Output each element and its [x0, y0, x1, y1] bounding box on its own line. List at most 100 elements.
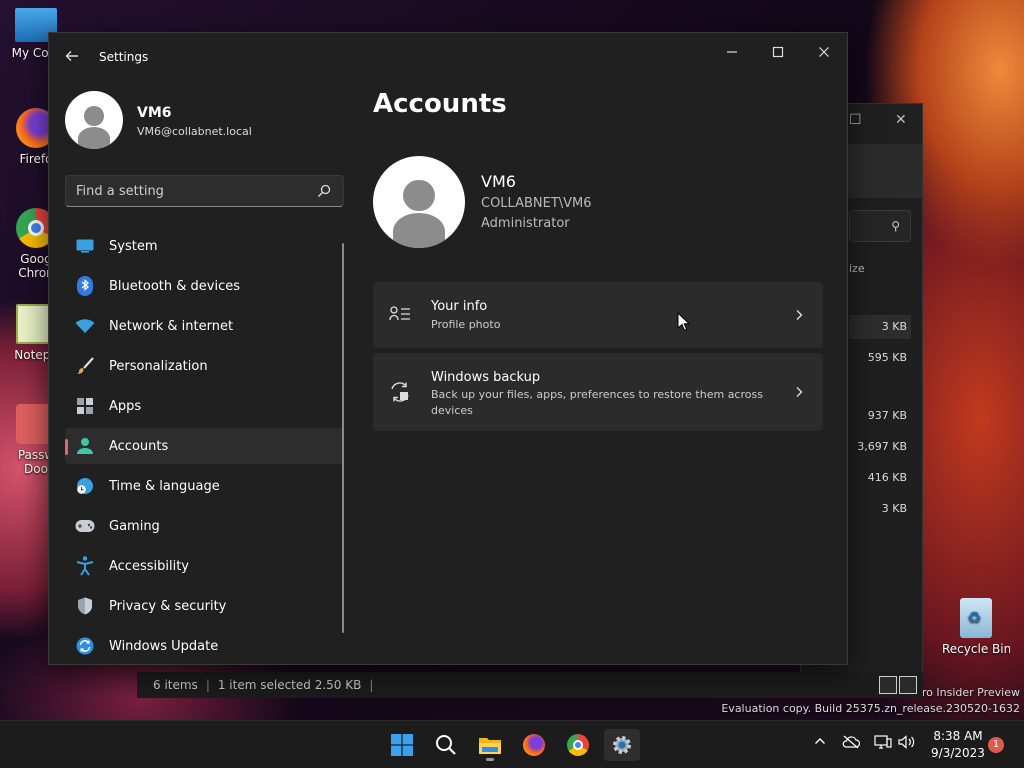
taskbar: 8:38 AM 9/3/2023 1 — [0, 720, 1024, 768]
maximize-icon — [772, 46, 784, 58]
search-icon: ⚲ — [891, 219, 900, 233]
person-icon — [75, 436, 95, 456]
nav-item-gaming[interactable]: Gaming — [65, 508, 344, 544]
nav-item-label: Time & language — [109, 478, 220, 494]
maximize-button[interactable] — [755, 39, 801, 69]
card-windows-backup[interactable]: Windows backup Back up your files, apps,… — [373, 353, 823, 431]
settings-nav: System Bluetooth & devices Network & int… — [65, 228, 344, 664]
profile-name: VM6 — [137, 105, 172, 121]
search-icon — [318, 184, 331, 197]
settings-window[interactable]: Settings VM6 VM6@collabnet.local System … — [48, 32, 848, 665]
details-view-icon[interactable] — [879, 676, 897, 694]
bluetooth-icon — [75, 276, 95, 296]
accounts-content: Accounts VM6 COLLABNET\VM6 Administrator… — [373, 89, 833, 431]
nav-item-bluetooth[interactable]: Bluetooth & devices — [65, 268, 344, 304]
nav-item-windows-update[interactable]: Windows Update — [65, 628, 344, 664]
nav-item-label: Gaming — [109, 518, 160, 534]
watermark-line-1: Pro Insider Preview — [915, 686, 1020, 699]
settings-titlebar[interactable]: Settings — [49, 33, 847, 81]
file-row-size[interactable]: 595 KB — [849, 346, 911, 370]
search-input[interactable] — [76, 176, 306, 206]
desktop-icon-label: Recycle Bin — [942, 642, 1010, 656]
watermark-line-2: Evaluation copy. Build 25375.zn_release.… — [721, 702, 1020, 715]
nav-item-privacy-security[interactable]: Privacy & security — [65, 588, 344, 624]
notification-badge[interactable]: 1 — [988, 737, 1004, 753]
apps-grid-icon — [75, 396, 95, 416]
file-row-size[interactable]: 3 KB — [849, 315, 911, 339]
chrome-icon — [567, 734, 589, 756]
nav-item-accounts[interactable]: Accounts — [65, 428, 344, 464]
nav-item-label: Windows Update — [109, 638, 219, 654]
close-button[interactable] — [801, 39, 847, 69]
nav-scrollbar[interactable] — [342, 243, 344, 633]
minimize-button[interactable] — [709, 39, 755, 69]
find-setting-box[interactable] — [65, 175, 344, 207]
taskbar-chrome[interactable] — [560, 729, 596, 761]
account-name: VM6 — [481, 172, 516, 191]
show-hidden-icons-button[interactable] — [814, 735, 826, 751]
explorer-search-box[interactable]: ⚲ — [849, 210, 911, 242]
taskbar-clock[interactable]: 8:38 AM 9/3/2023 — [928, 728, 988, 762]
file-row-size[interactable]: 3,697 KB — [849, 435, 911, 459]
avatar — [373, 156, 465, 248]
profile-header[interactable]: VM6 VM6@collabnet.local — [65, 91, 252, 149]
volume-icon[interactable] — [898, 735, 916, 753]
status-item-count: 6 items — [153, 678, 198, 692]
backup-sync-icon — [391, 382, 409, 402]
update-sync-icon — [75, 636, 95, 656]
taskbar-firefox[interactable] — [516, 729, 552, 761]
column-header-size[interactable]: ize — [849, 262, 865, 275]
card-title: Your info — [431, 299, 488, 314]
desktop-icon-recycle-bin[interactable]: ♻ Recycle Bin — [942, 598, 1010, 656]
chevron-right-icon — [796, 310, 803, 320]
taskbar-file-explorer[interactable] — [472, 729, 508, 761]
file-row-size[interactable]: 416 KB — [849, 466, 911, 490]
account-domain: COLLABNET\VM6 — [481, 196, 592, 211]
file-row-size[interactable]: 937 KB — [849, 404, 911, 428]
wifi-icon — [75, 316, 95, 336]
chevron-right-icon — [796, 387, 803, 397]
account-role: Administrator — [481, 216, 570, 231]
nav-item-network[interactable]: Network & internet — [65, 308, 344, 344]
nav-item-time-language[interactable]: Time & language — [65, 468, 344, 504]
tiles-view-icon[interactable] — [899, 676, 917, 694]
cloud-offline-icon[interactable] — [842, 735, 861, 753]
nav-item-accessibility[interactable]: Accessibility — [65, 548, 344, 584]
close-icon — [819, 47, 829, 57]
chevron-up-icon — [815, 738, 825, 744]
globe-clock-icon — [75, 476, 95, 496]
windows-logo-icon — [391, 734, 413, 756]
status-selection: 1 item selected 2.50 KB — [217, 678, 362, 692]
taskbar-settings[interactable] — [604, 729, 640, 761]
recycle-bin-icon: ♻ — [960, 598, 992, 638]
nav-item-label: Network & internet — [109, 318, 234, 334]
profile-email: VM6@collabnet.local — [137, 125, 252, 138]
nav-item-apps[interactable]: Apps — [65, 388, 344, 424]
back-arrow-icon[interactable] — [61, 47, 83, 69]
close-icon[interactable]: ✕ — [895, 112, 907, 128]
accessibility-icon — [75, 556, 95, 576]
shield-icon — [75, 596, 95, 616]
nav-item-label: System — [109, 238, 158, 254]
nav-item-system[interactable]: System — [65, 228, 344, 264]
window-title: Settings — [99, 50, 149, 64]
clock-time: 8:38 AM — [933, 729, 983, 743]
nav-item-label: Privacy & security — [109, 598, 227, 614]
start-button[interactable] — [384, 729, 420, 761]
account-summary: VM6 COLLABNET\VM6 Administrator — [373, 156, 592, 248]
nav-item-label: Personalization — [109, 358, 208, 374]
nav-item-label: Accounts — [109, 438, 169, 454]
network-icon[interactable] — [874, 735, 892, 753]
nav-item-label: Apps — [109, 398, 142, 414]
nav-item-personalization[interactable]: Personalization — [65, 348, 344, 384]
person-info-icon — [389, 306, 410, 321]
file-row-size[interactable]: 3 KB — [849, 497, 911, 521]
clock-date: 9/3/2023 — [931, 746, 985, 760]
paintbrush-icon — [75, 356, 95, 376]
controller-icon — [75, 516, 95, 536]
maximize-icon[interactable]: ☐ — [849, 112, 862, 128]
folder-icon — [479, 738, 501, 754]
card-your-info[interactable]: Your info Profile photo — [373, 282, 823, 348]
avatar — [65, 91, 123, 149]
taskbar-search-button[interactable] — [428, 729, 464, 761]
